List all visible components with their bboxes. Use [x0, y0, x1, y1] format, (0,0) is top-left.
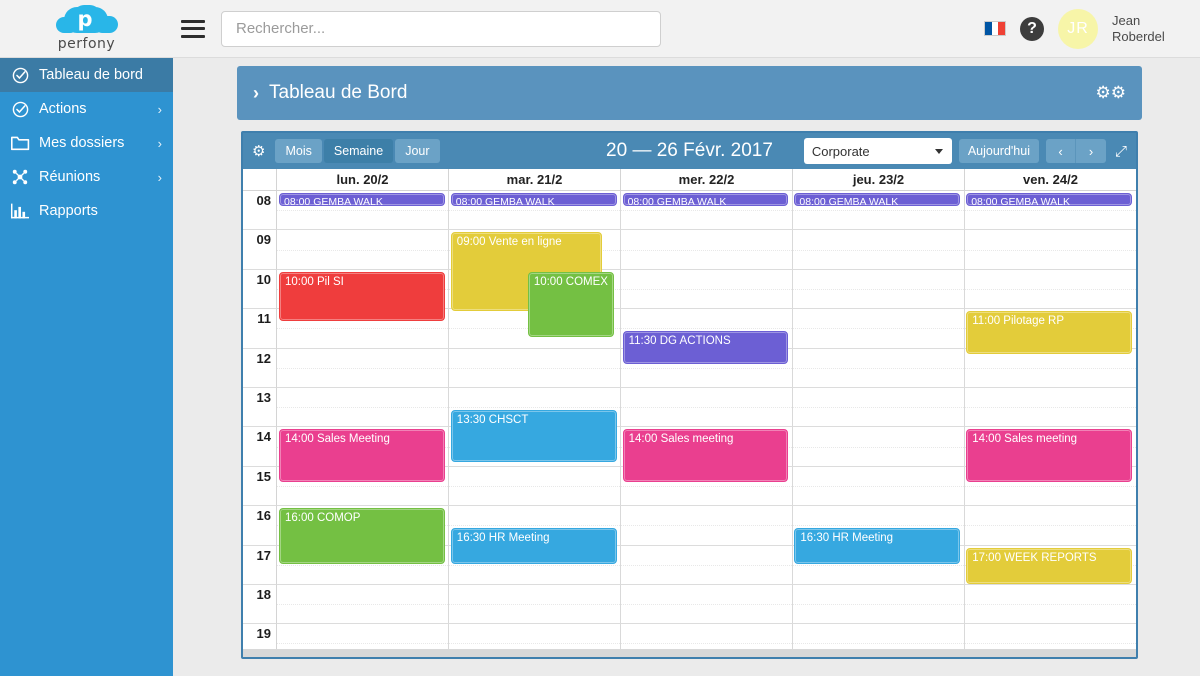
day-header-1: mar. 21/2	[449, 169, 621, 190]
user-first-name: Jean	[1112, 12, 1141, 28]
calendar-body: lun. 20/2 mar. 21/2 mer. 22/2 jeu. 23/2 ven.…	[243, 169, 1136, 657]
calendar-event[interactable]: 08:00 GEMBA WALK	[622, 193, 789, 207]
calendar-event[interactable]: 16:00 COMOP	[279, 508, 445, 564]
gears-icon[interactable]: ⚙⚙	[1096, 83, 1126, 103]
avatar[interactable]: JR	[1058, 8, 1098, 49]
folder-icon	[8, 133, 32, 153]
calendar-event[interactable]: 16:30 HR Meeting	[450, 527, 617, 564]
horizontal-scrollbar[interactable]	[243, 649, 1136, 657]
day-header-3: jeu. 23/2	[793, 169, 965, 190]
hour-label: 17	[243, 545, 277, 585]
sidebar-item-label: Mes dossiers	[39, 135, 125, 151]
scrollbar-thumb[interactable]	[243, 649, 1136, 657]
cloud-logo-icon: p	[55, 5, 118, 35]
hour-label: 16	[243, 506, 277, 546]
page-header: › Tableau de Bord ⚙⚙	[237, 66, 1142, 120]
check-circle-icon	[8, 65, 32, 85]
page-title: Tableau de Bord	[269, 82, 408, 103]
hour-label: 18	[243, 584, 277, 625]
top-bar: p perfony ? JR Jean Roberdel	[0, 0, 1200, 58]
check-circle-icon	[8, 99, 32, 119]
collapse-arrows-icon[interactable]: ⤢	[1115, 143, 1127, 160]
calendar-event[interactable]: 14:00 Sales Meeting	[279, 429, 445, 482]
hour-label: 14	[243, 427, 277, 467]
sidebar-item-actions[interactable]: Actions ›	[0, 92, 173, 126]
sidebar: Tableau de bord Actions › Mes dossiers › Réun…	[0, 58, 173, 676]
breadcrumb-chevron-icon: ›	[253, 82, 259, 103]
user-name: Jean Roberdel	[1112, 13, 1182, 45]
sidebar-item-mes-dossiers[interactable]: Mes dossiers ›	[0, 126, 173, 160]
calendar-event[interactable]: 11:30 DG ACTIONS	[622, 330, 789, 364]
chevron-right-icon: ›	[157, 101, 162, 117]
logo-p-glyph: p	[77, 7, 93, 31]
prev-week-button[interactable]: ‹	[1045, 139, 1076, 163]
user-last-name: Roberdel	[1112, 28, 1165, 44]
calendar-event[interactable]: 08:00 GEMBA WALK	[279, 193, 445, 207]
chevron-right-icon: ›	[157, 169, 162, 185]
calendar-day-header: lun. 20/2 mar. 21/2 mer. 22/2 jeu. 23/2 ven.…	[243, 169, 1136, 191]
calendar-event[interactable]: 08:00 GEMBA WALK	[966, 193, 1132, 207]
hour-label: 09	[243, 230, 277, 270]
calendar-event[interactable]: 13:30 CHSCT	[450, 409, 617, 463]
network-icon	[8, 167, 32, 187]
hour-label: 12	[243, 348, 277, 388]
sidebar-item-r-unions[interactable]: Réunions ›	[0, 160, 173, 194]
view-button-mois[interactable]: Mois	[275, 139, 322, 163]
view-button-jour[interactable]: Jour	[395, 139, 440, 163]
top-bar-right-group: ? JR Jean Roberdel	[984, 8, 1200, 49]
calendar-toolbar: ⚙ Mois Semaine Jour 20 — 26 Févr. 2017 Cor…	[243, 133, 1136, 169]
day-header-0: lun. 20/2	[277, 169, 449, 190]
calendar-event[interactable]: 17:00 WEEK REPORTS	[966, 547, 1132, 584]
bar-chart-icon	[8, 201, 32, 221]
language-flag-icon[interactable]	[984, 21, 1006, 36]
hamburger-icon[interactable]	[181, 19, 205, 38]
sidebar-item-label: Réunions	[39, 169, 101, 185]
hour-label: 11	[243, 309, 277, 349]
hour-label: 08	[243, 191, 277, 231]
scope-select-value: Corporate	[811, 143, 870, 159]
calendar-grid[interactable]: 08 09 10 11 12 13 14 15 16 17 18 19 08:00 GEMBA WAL…	[243, 191, 1136, 650]
hour-label: 10	[243, 269, 277, 310]
gear-icon[interactable]: ⚙	[252, 142, 265, 160]
time-gutter-header	[243, 169, 277, 190]
hour-label: 13	[243, 387, 277, 428]
logo-wordmark: perfony	[57, 36, 116, 52]
scope-select[interactable]: Corporate	[803, 138, 952, 164]
sidebar-item-tableau-de-bord[interactable]: Tableau de bord	[0, 58, 173, 92]
calendar-event[interactable]: 16:30 HR Meeting	[794, 527, 961, 564]
day-header-2: mer. 22/2	[621, 169, 793, 190]
calendar-event[interactable]: 08:00 GEMBA WALK	[450, 193, 617, 207]
hour-label: 15	[243, 466, 277, 507]
view-button-semaine[interactable]: Semaine	[323, 139, 394, 163]
hour-label: 19	[243, 624, 277, 650]
sidebar-item-label: Actions	[39, 101, 87, 117]
today-button[interactable]: Aujourd'hui	[958, 139, 1039, 163]
search-input[interactable]	[221, 10, 661, 47]
calendar-event[interactable]: 08:00 GEMBA WALK	[794, 193, 961, 207]
help-icon[interactable]: ?	[1020, 16, 1044, 41]
calendar-nav-group: ‹ ›	[1045, 139, 1106, 163]
sidebar-item-label: Rapports	[39, 203, 98, 219]
calendar-event[interactable]: 10:00 COMEX	[527, 271, 614, 338]
calendar-event[interactable]: 14:00 Sales meeting	[966, 429, 1132, 482]
events-layer: 08:00 GEMBA WALK 08:00 GEMBA WALK 08:00 GE…	[277, 191, 1136, 650]
calendar-event[interactable]: 10:00 Pil SI	[279, 271, 445, 322]
chevron-down-icon	[934, 148, 943, 154]
sidebar-item-rapports[interactable]: Rapports	[0, 194, 173, 228]
view-switcher: Mois Semaine Jour	[275, 139, 441, 163]
sidebar-item-label: Tableau de bord	[39, 67, 143, 83]
app-logo[interactable]: p perfony	[0, 0, 173, 58]
calendar-panel: ⚙ Mois Semaine Jour 20 — 26 Févr. 2017 Cor…	[241, 131, 1138, 659]
next-week-button[interactable]: ›	[1075, 139, 1106, 163]
main-content: › Tableau de Bord ⚙⚙ ⚙ Mois Semaine Jour 2…	[173, 58, 1200, 676]
day-header-4: ven. 24/2	[1023, 172, 1078, 187]
calendar-event[interactable]: 14:00 Sales meeting	[622, 429, 789, 482]
calendar-event[interactable]: 11:00 Pilotage RP	[966, 311, 1132, 354]
calendar-toolbar-right: Corporate Aujourd'hui ‹ › ⤢	[803, 138, 1127, 164]
chevron-right-icon: ›	[157, 135, 162, 151]
